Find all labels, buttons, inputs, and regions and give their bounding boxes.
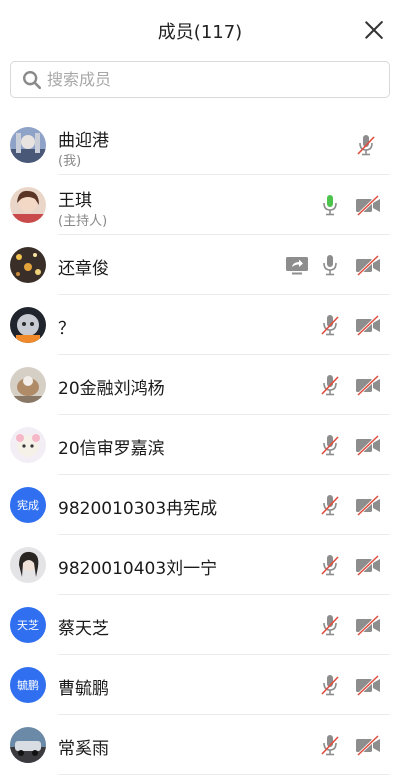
- avatar: [10, 127, 46, 163]
- member-row[interactable]: 还章俊: [0, 235, 400, 295]
- member-name: ？: [58, 319, 75, 339]
- camera-off-icon[interactable]: [354, 433, 382, 457]
- camera-off-icon[interactable]: [354, 253, 382, 277]
- mic-muted-icon[interactable]: [318, 733, 342, 757]
- mic-muted-icon[interactable]: [318, 553, 342, 577]
- member-name: 9820010303冉宪成: [58, 499, 218, 519]
- close-icon[interactable]: [364, 20, 384, 40]
- search-input[interactable]: [47, 70, 367, 89]
- avatar: [10, 307, 46, 343]
- member-row[interactable]: 天芝 蔡天芝: [0, 595, 400, 655]
- mic-muted-icon[interactable]: [318, 613, 342, 637]
- header: 成员(117): [0, 0, 400, 58]
- search-icon: [23, 70, 42, 89]
- camera-off-icon[interactable]: [354, 553, 382, 577]
- member-role: (我): [58, 154, 82, 169]
- avatar: [10, 247, 46, 283]
- camera-off-icon[interactable]: [354, 493, 382, 517]
- member-name: 20金融刘鸿杨: [58, 379, 165, 399]
- camera-off-icon[interactable]: [354, 673, 382, 697]
- mic-muted-icon[interactable]: [354, 133, 378, 157]
- mic-muted-icon[interactable]: [318, 433, 342, 457]
- member-name: 曲迎港: [58, 131, 109, 151]
- member-row[interactable]: 王琪 (主持人): [0, 175, 400, 235]
- camera-off-icon[interactable]: [354, 313, 382, 337]
- member-row[interactable]: 宪成 9820010303冉宪成: [0, 475, 400, 535]
- mic-muted-icon[interactable]: [318, 313, 342, 337]
- mic-muted-icon[interactable]: [318, 373, 342, 397]
- member-name: 常奚雨: [58, 739, 109, 759]
- member-row[interactable]: ？: [0, 295, 400, 355]
- member-role: (主持人): [58, 214, 108, 229]
- page-title: 成员(117): [157, 22, 243, 43]
- microphone-icon[interactable]: [318, 253, 342, 277]
- avatar: [10, 427, 46, 463]
- screen-share-icon[interactable]: [284, 253, 310, 277]
- member-row[interactable]: 20金融刘鸿杨: [0, 355, 400, 415]
- avatar: 天芝: [10, 607, 46, 643]
- avatar: [10, 547, 46, 583]
- member-name: 9820010403刘一宁: [58, 559, 218, 579]
- member-row[interactable]: 9820010403刘一宁: [0, 535, 400, 595]
- member-name: 蔡天芝: [58, 619, 109, 639]
- camera-off-icon[interactable]: [354, 733, 382, 757]
- microphone-icon[interactable]: [318, 193, 342, 217]
- mic-muted-icon[interactable]: [318, 673, 342, 697]
- avatar: [10, 367, 46, 403]
- avatar: 宪成: [10, 487, 46, 523]
- camera-off-icon[interactable]: [354, 373, 382, 397]
- mic-muted-icon[interactable]: [318, 493, 342, 517]
- member-name: 王琪: [58, 191, 92, 211]
- member-name: 曹毓鹏: [58, 679, 109, 699]
- avatar: [10, 187, 46, 223]
- member-row[interactable]: 毓鹏 曹毓鹏: [0, 655, 400, 715]
- camera-off-icon[interactable]: [354, 613, 382, 637]
- member-name: 20信审罗嘉滨: [58, 439, 165, 459]
- member-list: 曲迎港 (我) 王琪 (主持人) 还章俊 ？ 20金融刘鸿杨 20信审罗嘉滨宪成 9820010…: [0, 115, 400, 775]
- member-row[interactable]: 20信审罗嘉滨: [0, 415, 400, 475]
- camera-off-icon[interactable]: [354, 193, 382, 217]
- member-name: 还章俊: [58, 259, 109, 279]
- avatar: 毓鹏: [10, 667, 46, 703]
- avatar: [10, 727, 46, 763]
- member-row[interactable]: 曲迎港 (我): [0, 115, 400, 175]
- search-bar[interactable]: [10, 61, 390, 98]
- member-row[interactable]: 常奚雨: [0, 715, 400, 775]
